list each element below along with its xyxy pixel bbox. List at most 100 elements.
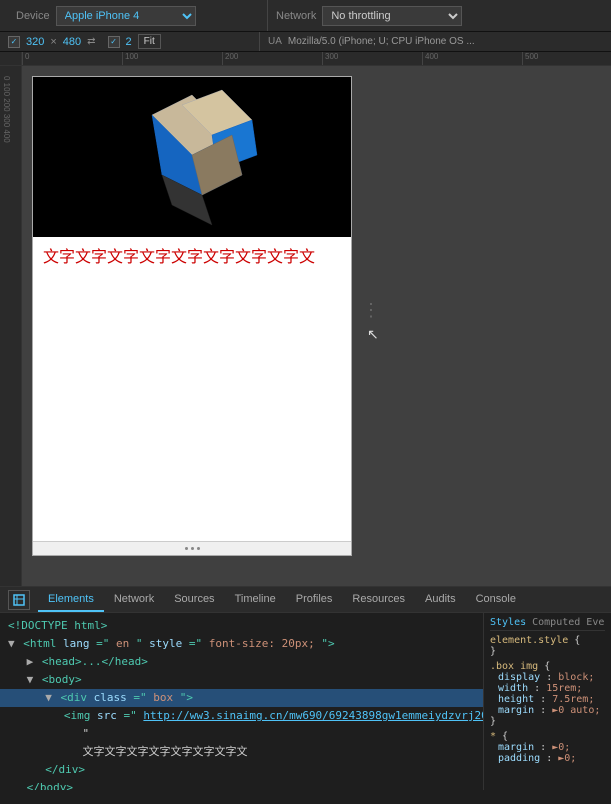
element-style-close: } — [490, 646, 496, 657]
dom-line-div-close: </div> — [0, 761, 483, 779]
dom-line-chinese: 文字文字文字文字文字文字文字文 — [0, 743, 483, 761]
zoom-checkbox[interactable]: ✓ — [108, 36, 120, 48]
img-tag: <img — [64, 709, 97, 722]
fit-button[interactable]: Fit — [138, 34, 161, 49]
dom-line-quote: " — [0, 725, 483, 743]
style-rule-box-img: .box img { display : block; width : 15re… — [490, 661, 605, 727]
dom-line-head: ▶ <head>...</head> — [0, 653, 483, 671]
box-img-margin: margin : ►0 auto; — [490, 705, 605, 716]
device-image-area — [33, 77, 351, 237]
checkbox-icon[interactable]: ✓ — [8, 36, 20, 48]
swap-icon[interactable]: ⇄ — [87, 36, 95, 47]
div-close-tag: </div> — [45, 763, 85, 776]
body-close-tag: </body> — [27, 781, 73, 790]
ua-row: UA Mozilla/5.0 (iPhone; U; CPU iPhone OS… — [260, 36, 475, 47]
main-viewport: 0 100 200 300 400 — [0, 66, 611, 586]
ruler-horizontal: 0 100 200 300 400 500 — [22, 52, 611, 65]
box-img-selector: .box img { — [490, 661, 550, 672]
quote-text: " — [83, 727, 90, 740]
dot-3 — [197, 547, 200, 550]
styles-tabs-row: Styles Computed Eve — [490, 617, 605, 631]
div-close: "> — [180, 691, 193, 704]
head-tag: <head>...</head> — [42, 655, 148, 668]
div-class-val: box — [153, 691, 173, 704]
img-src-attr: src — [97, 709, 117, 722]
box-img-close: } — [490, 716, 496, 727]
ruler-v-label: 0 100 200 300 400 — [2, 76, 11, 143]
star-padding: padding : ►0; — [490, 753, 605, 764]
devtools-panel: Elements Network Sources Timeline Profil… — [0, 586, 611, 790]
tab-sources[interactable]: Sources — [164, 587, 224, 612]
tab-elements[interactable]: Elements — [38, 587, 104, 612]
star-selector: * { — [490, 731, 508, 742]
ruler-tick-0: 0 — [22, 52, 29, 65]
dom-line-div[interactable]: ▼ <div class =" box "> — [0, 689, 483, 707]
tab-network[interactable]: Network — [104, 587, 164, 612]
devtools-content: <!DOCTYPE html> ▼ <html lang =" en " sty… — [0, 613, 611, 790]
dom-line-html: ▼ <html lang =" en " style =" font-size:… — [0, 635, 483, 653]
style-rule-star: * { margin : ►0; padding : ►0; — [490, 731, 605, 764]
ruler-tick-200: 200 — [222, 52, 238, 65]
logo-svg — [92, 85, 292, 230]
div-class-attr: class — [94, 691, 127, 704]
dot-2 — [191, 547, 194, 550]
device-frame: 文字文字文字文字文字文字文字文字文 — [32, 76, 352, 556]
styles-tab-computed[interactable]: Computed — [532, 617, 580, 628]
devtools-tabs: Elements Network Sources Timeline Profil… — [0, 587, 611, 613]
ruler-tick-100: 100 — [122, 52, 138, 65]
expand-div[interactable]: ▼ — [45, 691, 52, 704]
div-eq: =" — [133, 691, 146, 704]
dimension-height: 480 — [63, 36, 81, 48]
tab-console[interactable]: Console — [466, 587, 526, 612]
devtools-icon-btn[interactable] — [8, 590, 30, 610]
element-style-selector: element.style { — [490, 635, 580, 646]
expand-html[interactable]: ▼ — [8, 637, 15, 650]
inspect-icon — [13, 594, 25, 606]
cursor-indicator: ↖ — [367, 326, 379, 343]
html-close2: "> — [321, 637, 334, 650]
dimension-width: 320 — [26, 36, 44, 48]
resize-handle[interactable]: ⋮ — [362, 300, 380, 321]
network-select[interactable]: No throttling — [322, 6, 462, 26]
styles-tab-eve[interactable]: Eve — [586, 617, 604, 628]
body-tag: <body> — [42, 673, 82, 686]
expand-head[interactable]: ▶ — [27, 655, 34, 668]
device-scroll-indicator — [185, 547, 200, 550]
html-eq2: =" — [189, 637, 202, 650]
star-margin: margin : ►0; — [490, 742, 605, 753]
device-chinese-text: 文字文字文字文字文字文字文字文字文 — [33, 237, 351, 267]
dom-line-body-close: </body> — [0, 779, 483, 790]
device-select[interactable]: Apple iPhone 4 — [56, 6, 196, 26]
tab-resources[interactable]: Resources — [342, 587, 415, 612]
box-img-width: width : 15rem; — [490, 683, 605, 694]
styles-tab-styles[interactable]: Styles — [490, 617, 526, 628]
html-style-attr: style — [149, 637, 182, 650]
styles-panel: Styles Computed Eve element.style { } .b… — [483, 613, 611, 790]
dom-panel: <!DOCTYPE html> ▼ <html lang =" en " sty… — [0, 613, 483, 790]
device-bottom-bar — [33, 541, 351, 555]
div-tag: <div — [61, 691, 94, 704]
box-img-display: display : block; — [490, 672, 605, 683]
device-section: Device Apple iPhone 4 — [8, 0, 268, 31]
dom-line-img: <img src =" http://ww3.sinaimg.cn/mw690/… — [0, 707, 483, 725]
ruler-area: 0 100 200 300 400 500 — [0, 52, 611, 66]
img-src-link[interactable]: http://ww3.sinaimg.cn/mw690/69243898gw1e… — [143, 709, 483, 722]
html-style-val: font-size: 20px; — [209, 637, 315, 650]
box-img-height: height : 7.5rem; — [490, 694, 605, 705]
ruler-vertical: 0 100 200 300 400 — [0, 66, 22, 586]
ua-label: UA — [268, 36, 282, 47]
img-eq: =" — [124, 709, 137, 722]
doctype-tag: <!DOCTYPE html> — [8, 619, 107, 632]
tab-audits[interactable]: Audits — [415, 587, 466, 612]
network-section: Network No throttling — [268, 0, 470, 31]
dimension-x: × — [50, 36, 56, 48]
tab-profiles[interactable]: Profiles — [286, 587, 343, 612]
ruler-tick-300: 300 — [322, 52, 338, 65]
html-tag: <html — [23, 637, 63, 650]
html-lang-val: en — [116, 637, 129, 650]
top-toolbar: Device Apple iPhone 4 Network No throttl… — [0, 0, 611, 32]
expand-body[interactable]: ▼ — [27, 673, 34, 686]
tab-timeline[interactable]: Timeline — [225, 587, 286, 612]
device-label: Device — [16, 10, 50, 22]
html-eq1: =" — [96, 637, 109, 650]
